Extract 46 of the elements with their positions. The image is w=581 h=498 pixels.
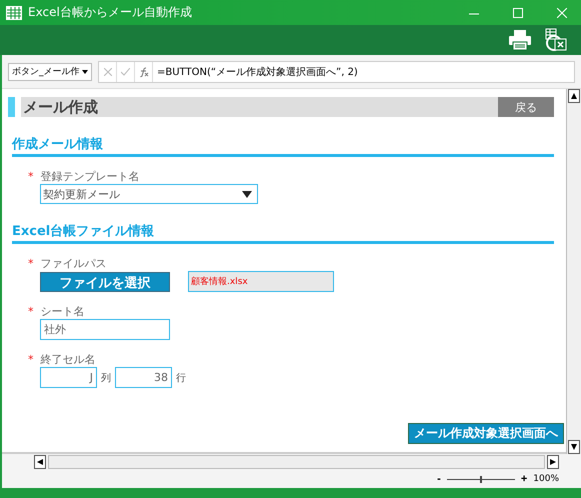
excel-button[interactable]	[543, 27, 569, 53]
column-unit: 列	[101, 372, 111, 384]
field-label: ファイルパス	[40, 256, 106, 271]
required-mark: *	[28, 257, 34, 270]
name-box[interactable]: ボタン_メール作	[8, 62, 92, 80]
spreadsheet-icon	[6, 6, 22, 20]
close-icon	[557, 8, 567, 18]
column-field[interactable]: J	[40, 367, 97, 388]
required-mark: *	[28, 170, 34, 183]
horizontal-scrollbar[interactable]	[48, 455, 545, 469]
choose-file-button[interactable]: ファイルを選択	[40, 272, 170, 292]
triangle-icon	[571, 444, 577, 450]
triangle-icon	[550, 459, 556, 465]
template-select[interactable]: 契約更新メール	[40, 184, 258, 204]
back-button[interactable]: 戻る	[498, 97, 554, 117]
next-button[interactable]: メール作成対象選択画面へ	[408, 423, 564, 444]
triangle-icon	[37, 459, 43, 465]
triangle-icon	[571, 93, 577, 99]
scroll-right-button[interactable]	[547, 455, 559, 469]
vertical-scrollbar[interactable]	[566, 89, 581, 454]
dropdown-arrow-icon	[82, 70, 88, 74]
window-title: Excel台帳からメール自動作成	[28, 4, 193, 21]
row-unit: 行	[176, 372, 186, 384]
printer-icon	[508, 29, 532, 51]
dropdown-arrow-icon	[242, 190, 252, 198]
required-mark: *	[28, 353, 34, 366]
maximize-icon	[513, 8, 523, 18]
zoom-thumb[interactable]	[480, 476, 482, 482]
zoom-out-button[interactable]: -	[437, 473, 441, 485]
zoom-level: 100%	[533, 474, 559, 484]
section-title: 作成メール情報	[12, 135, 554, 157]
scroll-down-button[interactable]	[568, 440, 580, 454]
zoom-in-button[interactable]: +	[520, 473, 528, 485]
file-path-field[interactable]: 顧客情報.xlsx	[188, 271, 334, 292]
scroll-up-button[interactable]	[568, 89, 580, 103]
sheet-name-field[interactable]: 社外	[40, 319, 170, 340]
field-label: シート名	[40, 304, 84, 319]
section-title: Excel台帳ファイル情報	[12, 222, 554, 244]
field-label: 登録テンプレート名	[40, 169, 140, 184]
scroll-left-button[interactable]	[34, 455, 46, 469]
required-mark: *	[28, 305, 34, 318]
row-field[interactable]: 38	[115, 367, 172, 388]
field-label: 終了セル名	[40, 352, 96, 367]
spreadsheet-icon	[544, 28, 568, 52]
page-heading: メール作成	[22, 98, 98, 116]
heading-accent	[8, 97, 15, 117]
